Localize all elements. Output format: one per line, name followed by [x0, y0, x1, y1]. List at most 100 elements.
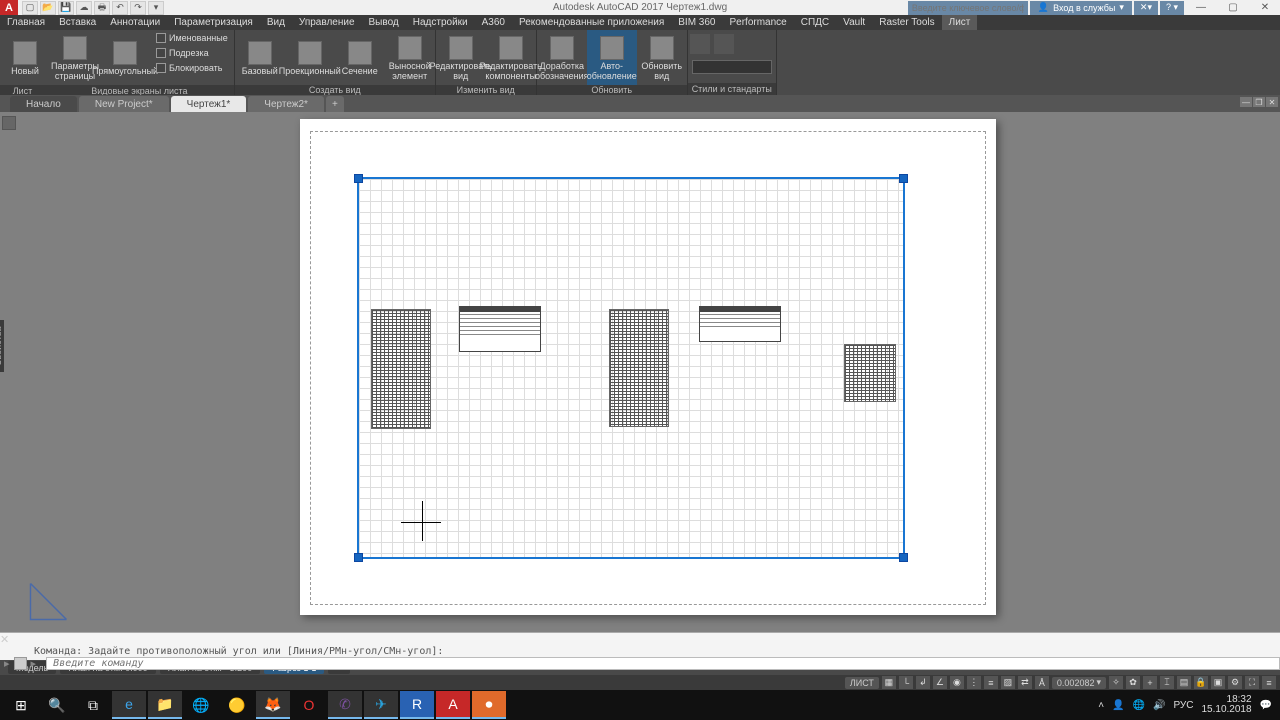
cleanscreen-icon[interactable]: ⛶ — [1245, 676, 1259, 689]
close-button[interactable]: ✕ — [1250, 0, 1280, 15]
ribbon-tab-рекомендованные приложения[interactable]: Рекомендованные приложения — [512, 15, 671, 30]
ribbon-button[interactable]: Базовый — [235, 30, 285, 85]
style-icon[interactable] — [690, 34, 710, 54]
lineweight-icon[interactable]: ≡ — [984, 676, 998, 689]
customize-icon[interactable]: ≡ — [1262, 676, 1276, 689]
notifications-icon[interactable]: 💬 — [1260, 700, 1272, 711]
qat-saveas-icon[interactable]: ☁ — [76, 1, 92, 15]
viewport-grip-bl[interactable] — [354, 553, 363, 562]
ribbon-button[interactable]: Авто-обновление — [587, 30, 637, 85]
ribbon-button[interactable]: Сечение — [335, 30, 385, 85]
viewport-grip-br[interactable] — [899, 553, 908, 562]
file-tab[interactable]: New Project* — [79, 96, 169, 112]
volume-icon[interactable]: 🔊 — [1153, 700, 1165, 711]
cycling-icon[interactable]: ⇄ — [1018, 676, 1032, 689]
ribbon-button[interactable]: Доработка обозначения — [537, 30, 587, 85]
app-icon-1[interactable]: 🌐 — [184, 691, 218, 719]
workspace-icon[interactable]: ✿ — [1126, 676, 1140, 689]
ribbon-tab-главная[interactable]: Главная — [0, 15, 52, 30]
revit-icon[interactable]: R — [400, 691, 434, 719]
grid-toggle-icon[interactable]: ▦ — [882, 676, 896, 689]
maximize-button[interactable]: ▢ — [1218, 0, 1248, 15]
qat-new-icon[interactable]: ▢ — [22, 1, 38, 15]
scale-readout[interactable]: 0.002082 ▾ — [1052, 677, 1106, 689]
annotation-monitor-icon[interactable]: + — [1143, 676, 1157, 689]
ribbon-tab-аннотации[interactable]: Аннотации — [103, 15, 167, 30]
telegram-icon[interactable]: ✈ — [364, 691, 398, 719]
drawing-min-icon[interactable]: — — [1240, 97, 1252, 107]
ribbon-tab-спдс[interactable]: СПДС — [794, 15, 836, 30]
ribbon-button[interactable]: Выносной элемент — [385, 30, 435, 85]
snap-toggle-icon[interactable]: └ — [899, 676, 913, 689]
qat-plot-icon[interactable]: 🖶 — [94, 1, 110, 15]
ribbon-tab-надстройки[interactable]: Надстройки — [406, 15, 475, 30]
ribbon-tab-управление[interactable]: Управление — [292, 15, 362, 30]
recorder-icon[interactable]: ⏺ — [472, 691, 506, 719]
standard-icon[interactable] — [714, 34, 734, 54]
lock-ui-icon[interactable]: 🔒 — [1194, 676, 1208, 689]
people-icon[interactable]: 👤 — [1112, 700, 1124, 711]
firefox-icon[interactable]: 🦊 — [256, 691, 290, 719]
command-input[interactable] — [46, 657, 1280, 670]
cmd-chevron-icon[interactable]: ▸ — [4, 657, 10, 670]
lang-indicator[interactable]: РУС — [1173, 700, 1193, 711]
ribbon-button[interactable]: Прямоугольный — [100, 30, 150, 85]
file-tab[interactable]: Чертеж1* — [171, 96, 247, 112]
ribbon-tab-bim 360[interactable]: BIM 360 — [671, 15, 722, 30]
style-combo[interactable] — [692, 60, 772, 74]
ribbon-checkbox-row[interactable]: Подрезка — [150, 45, 234, 60]
ribbon-tab-vault[interactable]: Vault — [836, 15, 872, 30]
explorer-icon[interactable]: 📁 — [148, 691, 182, 719]
cmd-prompt-icon[interactable] — [14, 657, 27, 670]
isolate-icon[interactable]: ▣ — [1211, 676, 1225, 689]
services-button[interactable]: 👤 Вход в службы ▾ — [1030, 1, 1132, 15]
start-button[interactable]: ⊞ — [4, 691, 38, 719]
qat-open-icon[interactable]: 📂 — [40, 1, 56, 15]
ribbon-button[interactable]: Новый — [0, 30, 50, 85]
ribbon-tab-лист[interactable]: Лист — [942, 15, 978, 30]
ortho-toggle-icon[interactable]: ↲ — [916, 676, 930, 689]
units-icon[interactable]: ⌶ — [1160, 676, 1174, 689]
layout-viewport[interactable] — [357, 177, 905, 559]
quickprops-icon[interactable]: ▤ — [1177, 676, 1191, 689]
osnap-toggle-icon[interactable]: ◉ — [950, 676, 964, 689]
space-toggle[interactable]: ЛИСТ — [845, 677, 879, 689]
app-logo[interactable]: A — [0, 0, 18, 15]
tray-chevron-icon[interactable]: ˄ — [1098, 700, 1104, 711]
ribbon-tab-a360[interactable]: A360 — [475, 15, 512, 30]
taskview-icon[interactable]: ⧉ — [76, 691, 110, 719]
minimize-button[interactable]: — — [1186, 0, 1216, 15]
ribbon-checkbox-row[interactable]: Блокировать — [150, 60, 234, 75]
opera-icon[interactable]: O — [292, 691, 326, 719]
help-icon[interactable]: ? ▾ — [1160, 1, 1184, 15]
ribbon-button[interactable]: Редактировать компоненты — [486, 30, 536, 85]
ribbon-tab-вывод[interactable]: Вывод — [362, 15, 406, 30]
clock[interactable]: 18:32 15.10.2018 — [1201, 695, 1251, 716]
search-input[interactable] — [908, 1, 1028, 15]
search-icon[interactable]: 🔍 — [40, 691, 74, 719]
ribbon-checkbox-row[interactable]: Именованные — [150, 30, 234, 45]
ribbon-tab-вставка[interactable]: Вставка — [52, 15, 103, 30]
viewport-grip-tl[interactable] — [354, 174, 363, 183]
new-tab-button[interactable]: + — [326, 96, 344, 112]
exchange-icon[interactable]: ✕▾ — [1134, 1, 1158, 15]
ribbon-button[interactable]: Проекционный — [285, 30, 335, 85]
transparency-icon[interactable]: ▨ — [1001, 676, 1015, 689]
ribbon-tab-вид[interactable]: Вид — [260, 15, 292, 30]
ribbon-tab-performance[interactable]: Performance — [723, 15, 794, 30]
qat-save-icon[interactable]: 💾 — [58, 1, 74, 15]
qat-redo-icon[interactable]: ↷ — [130, 1, 146, 15]
nav-icon[interactable] — [2, 116, 16, 130]
ribbon-button[interactable]: Редактировать вид — [436, 30, 486, 85]
viewport-grip-tr[interactable] — [899, 174, 908, 183]
network-icon[interactable]: 🌐 — [1133, 700, 1145, 711]
annoscale-icon[interactable]: Å — [1035, 676, 1049, 689]
cmd-close-icon[interactable]: ✕ — [0, 633, 1280, 646]
hwaccel-icon[interactable]: ⚙ — [1228, 676, 1242, 689]
polar-toggle-icon[interactable]: ∠ — [933, 676, 947, 689]
ribbon-tab-raster tools[interactable]: Raster Tools — [872, 15, 941, 30]
qat-undo-icon[interactable]: ↶ — [112, 1, 128, 15]
ribbon-tab-параметризация[interactable]: Параметризация — [167, 15, 260, 30]
edge-icon[interactable]: e — [112, 691, 146, 719]
ribbon-button[interactable]: Параметры страницы — [50, 30, 100, 85]
